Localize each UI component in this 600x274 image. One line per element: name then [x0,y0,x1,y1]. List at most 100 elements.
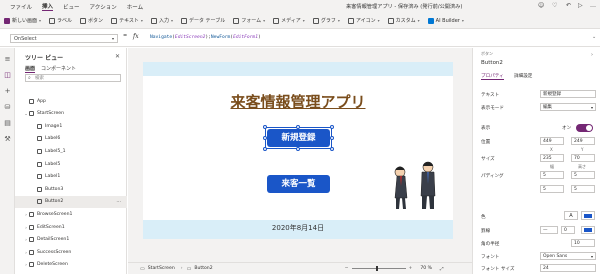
control-name[interactable]: Button2 [481,60,503,66]
tab-properties[interactable]: プロパティ [481,73,504,80]
tree-item-label: Label6 [45,136,61,142]
ai-builder-button[interactable]: AI Builder ▾ [427,17,464,24]
label-button[interactable]: ラベル [49,17,72,24]
tree-item[interactable]: Label6 [15,133,127,145]
resize-handle[interactable] [263,125,267,129]
form-button[interactable]: フォーム ▾ [233,17,265,24]
resize-handle[interactable] [296,147,300,151]
font-color-icon[interactable]: A [564,211,578,220]
app-screen-canvas[interactable]: 来客情報管理アプリ 新規登録 来客一覧 2020年8月14日 [143,62,453,239]
fit-screen-icon[interactable]: ⤢ [440,266,444,272]
padding-left-input[interactable]: 5 [540,185,564,193]
tree-search-input[interactable]: ⌕ 検索 [25,74,121,82]
tree-item[interactable]: Button3 [15,183,127,195]
resize-handle[interactable] [296,125,300,129]
media-button[interactable]: メディア ▾ [273,17,305,24]
text-button[interactable]: テキスト ▾ [111,17,143,24]
display-mode-select[interactable]: 編集 ▾ [540,103,596,111]
zoom-out-icon[interactable]: − [345,266,349,271]
height-label: 高さ [578,164,586,169]
tree-item[interactable]: Label5_1 [15,145,127,157]
padding-right-input[interactable]: 5 [571,185,595,193]
tree-item[interactable]: Button2… [15,195,127,208]
formula-arg-form: EditForm1 [233,35,258,40]
text-prop-input[interactable]: 新規登録 [540,90,596,98]
play-icon[interactable]: ▷ [578,2,583,9]
fill-color-picker[interactable] [581,211,595,220]
menu-file[interactable]: ファイル [10,3,32,11]
tab-components[interactable]: コンポーネント [41,65,76,73]
width-input[interactable]: 235 [540,154,564,162]
tree-item[interactable]: › DetailScreen1 [15,234,127,246]
resize-handle[interactable] [263,147,267,151]
resize-handle[interactable] [330,136,334,140]
resize-handle[interactable] [263,136,267,140]
input-button[interactable]: 入力 ▾ [150,17,173,24]
tree-item[interactable]: › SuccessScreen [15,246,127,258]
height-input[interactable]: 70 [571,154,595,162]
zoom-slider[interactable] [351,266,406,271]
padding-bottom-input[interactable]: 5 [571,171,595,179]
visible-toggle[interactable] [576,124,593,132]
tree-item-label: SuccessScreen [37,249,72,255]
screen-icon [29,262,34,268]
radius-input[interactable]: 10 [571,239,595,247]
data-icon[interactable]: ⛁ [4,104,11,111]
resize-handle[interactable] [330,147,334,151]
menu-icon[interactable]: ≡ [4,56,11,63]
close-icon[interactable]: ✕ [115,53,120,60]
tree-item[interactable]: Label5 [15,158,127,170]
fontsize-input[interactable]: 24 [540,264,596,272]
app-checker-icon[interactable]: ♡ [552,2,557,9]
menu-insert[interactable]: 挿入 [42,2,54,11]
border-color-picker[interactable] [581,226,595,234]
zoom-in-icon[interactable]: + [409,266,413,271]
menu-view[interactable]: ビュー [63,3,80,11]
media-icon[interactable]: ▤ [4,120,11,127]
chevron-right-icon[interactable]: › [591,52,593,58]
user-icon[interactable]: ☺ [538,2,544,9]
tab-screens[interactable]: 画面 [25,65,36,73]
padding-top-input[interactable]: 5 [540,171,564,179]
border-width-input[interactable]: 0 [561,226,575,234]
border-style-select[interactable]: — [540,226,558,234]
advanced-tools-icon[interactable]: ⚒ [4,136,11,143]
formula-input[interactable]: Navigate(EditScreen2);NewForm(EditForm1) [150,35,261,40]
tree-view-icon[interactable]: ◫ [4,72,11,79]
icons-button[interactable]: アイコン ▾ [347,17,380,24]
bowing-people-image[interactable] [388,160,446,212]
button-button[interactable]: ボタン [80,17,103,24]
status-control[interactable]: Button2 [194,266,212,271]
tree-item[interactable]: › BrowseScreen1 [15,208,127,220]
new-screen-button[interactable]: 新しい画面 ▾ [4,17,41,24]
tree-item[interactable]: App [15,95,127,107]
tab-advanced[interactable]: 詳細設定 [514,73,532,79]
property-select[interactable]: OnSelect ▾ [10,34,118,43]
tree-item[interactable]: Label1 [15,171,127,183]
more-options-icon[interactable]: … [116,199,121,204]
tree-item[interactable]: ⌄ StartScreen [15,108,127,120]
expand-formula-icon[interactable]: ⌄ [592,34,596,40]
resize-handle[interactable] [330,125,334,129]
tree-item[interactable]: › DeleteScreen [15,259,127,271]
data-table-button[interactable]: データ テーブル [180,17,225,24]
insert-icon[interactable]: + [4,88,11,95]
chevron-down-icon: ▾ [461,18,464,23]
font-select[interactable]: Open Sans ▾ [540,252,596,260]
y-input[interactable]: 249 [571,137,595,145]
status-screen[interactable]: StartScreen [148,266,175,271]
x-input[interactable]: 449 [540,137,564,145]
font-value: Open Sans [543,254,568,259]
undo-icon[interactable]: ↶ [566,2,571,9]
visible-label: 表示 [481,126,491,131]
chart-button[interactable]: グラフ ▾ [312,17,340,24]
more-icon[interactable]: … [590,2,596,9]
tree-item[interactable]: › EditScreen1 [15,221,127,233]
visitor-list-button[interactable]: 来客一覧 [267,175,330,193]
custom-button[interactable]: カスタム ▾ [387,17,420,24]
tree-item[interactable]: Image1 [15,120,127,132]
menu-home[interactable]: ホーム [127,3,143,11]
app-title[interactable]: 来客情報管理アプリ [143,91,453,112]
fx-icon[interactable]: fx [133,33,139,40]
menu-action[interactable]: アクション [90,3,117,11]
